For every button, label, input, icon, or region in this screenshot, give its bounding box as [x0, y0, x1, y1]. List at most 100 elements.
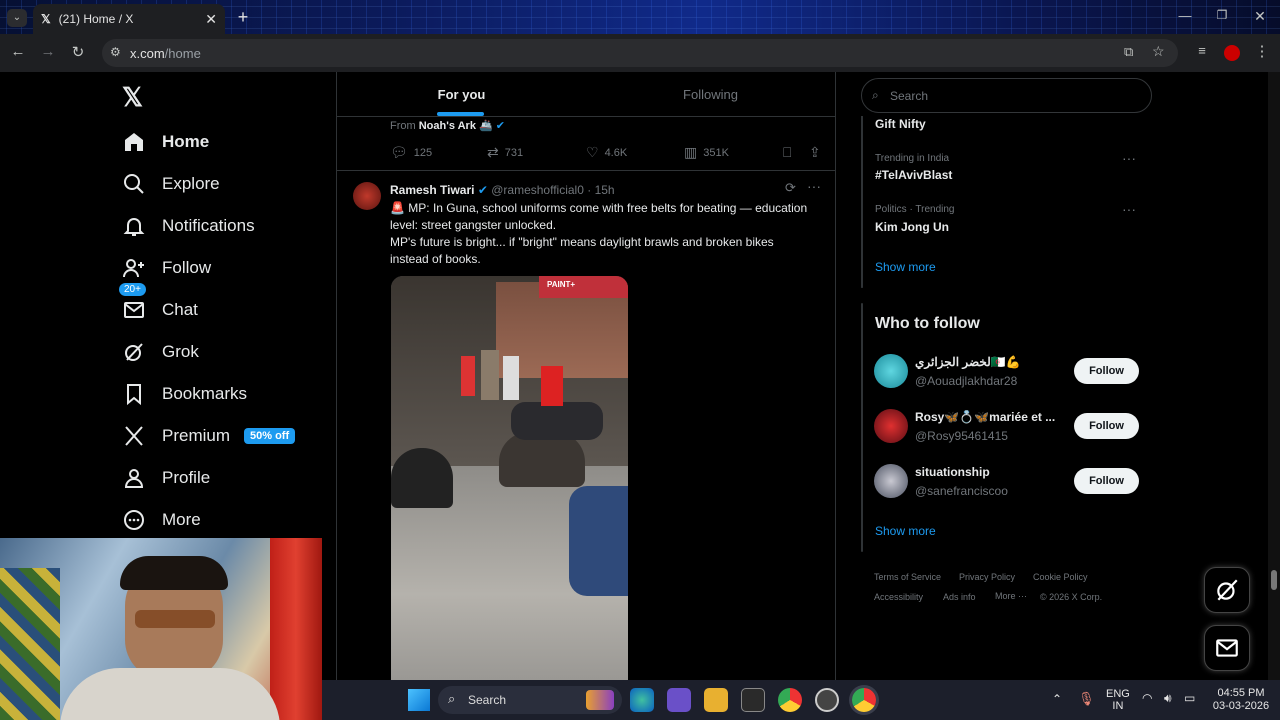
obs-app-icon[interactable] [815, 688, 839, 712]
suggestion-avatar[interactable] [874, 409, 908, 443]
restore-button[interactable]: ❐ [1212, 8, 1232, 22]
reload-button[interactable]: ↻ [68, 43, 88, 61]
window-close-button[interactable]: ✕ [1250, 8, 1270, 25]
site-info-icon[interactable]: ⚙ [110, 45, 121, 59]
nav-chat[interactable]: Chat [122, 298, 198, 322]
footer-link[interactable]: Privacy Policy [959, 572, 1015, 582]
footer-link[interactable]: Terms of Service [874, 572, 941, 582]
chrome-active-icon[interactable] [852, 688, 876, 712]
suggestion-avatar[interactable] [874, 464, 908, 498]
author-avatar[interactable] [353, 182, 381, 210]
trend-item[interactable]: Gift Nifty [875, 117, 926, 131]
follow-button[interactable]: Follow [1074, 358, 1139, 384]
trend-more-icon[interactable]: ··· [1122, 150, 1136, 166]
edge-browser-icon[interactable] [630, 688, 654, 712]
footer-more-link[interactable]: More ··· [995, 591, 1027, 601]
volume-icon[interactable]: 🔊︎ [1164, 691, 1172, 706]
share-button[interactable]: ⇪ [809, 144, 827, 161]
video-person [461, 356, 475, 396]
footer-link[interactable]: Accessibility [874, 592, 923, 602]
author-name[interactable]: Ramesh Tiwari [390, 183, 474, 197]
suggestion-handle[interactable]: @Aouadjlakhdar28 [915, 374, 1017, 388]
footer-link[interactable]: Ads info [943, 592, 976, 602]
nav-profile[interactable]: Profile [122, 466, 210, 490]
new-tab-button[interactable]: + [233, 7, 253, 28]
nav-home[interactable]: Home [122, 130, 209, 154]
bookmark-button[interactable]: ⎕ [783, 144, 797, 161]
battery-icon[interactable]: ▭ [1184, 691, 1195, 705]
webcam-person-shirt [60, 668, 280, 720]
suggestion-name[interactable]: Rosy🦋💍🦋mariée et ... [915, 410, 1065, 424]
chrome-icon[interactable] [778, 688, 802, 712]
like-count: 4.6K [604, 146, 628, 159]
tray-overflow-icon[interactable]: ⌃ [1052, 692, 1062, 706]
author-handle[interactable]: @rameshofficial0 [491, 183, 584, 197]
tab-search-button[interactable]: ⌄ [7, 9, 27, 27]
show-more-suggestions-link[interactable]: Show more [875, 524, 936, 538]
install-app-icon[interactable]: ⧉ [1124, 44, 1133, 60]
media-controls-icon[interactable]: ≡ [1192, 43, 1212, 58]
nav-notifications[interactable]: Notifications [122, 214, 255, 238]
browser-tab-active[interactable]: 𝕏 (21) Home / X ✕ [33, 4, 225, 34]
address-bar[interactable]: ⚙ x.com/home ⧉ ☆ [102, 39, 1178, 67]
forward-button[interactable]: → [38, 43, 58, 60]
follow-button[interactable]: Follow [1074, 468, 1139, 494]
webcam-wall-art [0, 568, 60, 720]
tab-following[interactable]: Following [586, 72, 835, 116]
show-more-trends-link[interactable]: Show more [875, 260, 936, 274]
browser-menu-icon[interactable]: ⋮ [1252, 42, 1272, 60]
language-indicator[interactable]: ENG IN [1106, 688, 1130, 712]
suggestion-handle[interactable]: @Rosy95461415 [915, 429, 1008, 443]
profile-avatar-icon[interactable] [1224, 45, 1240, 61]
x-logo-icon[interactable]: 𝕏 [122, 82, 143, 113]
wifi-icon[interactable]: ◠ [1142, 691, 1152, 705]
page-scrollbar[interactable] [1268, 72, 1280, 680]
post-more-icon[interactable]: ··· [807, 178, 821, 194]
clock[interactable]: 04:55 PM 03-03-2026 [1206, 687, 1276, 713]
like-button[interactable]: ♡ 4.6K [586, 144, 627, 161]
messages-floating-button[interactable] [1204, 625, 1250, 671]
suggestion-name[interactable]: لخضر الجزائري🇩🇿💪 [915, 355, 1065, 369]
from-name[interactable]: Noah's Ark 🚢 [419, 120, 493, 132]
views-button[interactable]: ▥ 351K [684, 144, 729, 161]
trend-item[interactable]: Kim Jong Un [875, 220, 949, 234]
search-input[interactable]: ⌕ Search [861, 78, 1152, 113]
who-to-follow-card [861, 303, 863, 552]
capcut-app-icon[interactable] [741, 688, 765, 712]
post-video[interactable]: PAINT+ [391, 276, 628, 680]
post-time[interactable]: · 15h [587, 183, 614, 197]
nav-grok[interactable]: Grok [122, 340, 199, 364]
back-button[interactable]: ← [8, 43, 28, 60]
more-circle-icon [124, 510, 144, 530]
reply-button[interactable]: 💬︎ 125 [390, 144, 432, 161]
nav-label: Profile [162, 468, 211, 487]
footer-link[interactable]: Cookie Policy [1033, 572, 1088, 582]
scrollbar-thumb[interactable] [1271, 570, 1277, 590]
nav-explore[interactable]: Explore [122, 172, 220, 196]
trend-more-icon[interactable]: ··· [1122, 201, 1136, 217]
webcam-person-hair [120, 556, 228, 590]
trend-item[interactable]: #TelAvivBlast [875, 168, 952, 182]
nav-more[interactable]: More [122, 508, 201, 532]
windows-start-icon[interactable] [408, 689, 430, 711]
grok-floating-button[interactable] [1204, 567, 1250, 613]
suggestion-handle[interactable]: @sanefranciscoo [915, 484, 1008, 498]
grok-explain-icon[interactable]: ⟳ [785, 180, 796, 196]
copilot-app-icon[interactable] [667, 688, 691, 712]
file-explorer-icon[interactable] [704, 688, 728, 712]
minimize-button[interactable]: — [1175, 8, 1195, 23]
nav-premium[interactable]: Premium 50% off [122, 424, 296, 448]
microphone-icon[interactable]: 🎙︎ [1078, 691, 1095, 707]
taskbar-search[interactable]: ⌕ Search [438, 686, 622, 714]
nav-follow[interactable]: Follow [122, 256, 211, 280]
follow-button[interactable]: Follow [1074, 413, 1139, 439]
suggestion-name[interactable]: situationship [915, 465, 1065, 479]
bookmark-star-icon[interactable]: ☆ [1152, 43, 1165, 60]
suggestion-avatar[interactable] [874, 354, 908, 388]
tab-close-icon[interactable]: ✕ [205, 11, 217, 28]
from-label: From [390, 120, 416, 132]
search-highlight-icon [586, 690, 614, 710]
repost-button[interactable]: ⇄ 731 [487, 144, 523, 161]
tab-for-you[interactable]: For you [337, 72, 586, 116]
nav-bookmarks[interactable]: Bookmarks [122, 382, 247, 406]
